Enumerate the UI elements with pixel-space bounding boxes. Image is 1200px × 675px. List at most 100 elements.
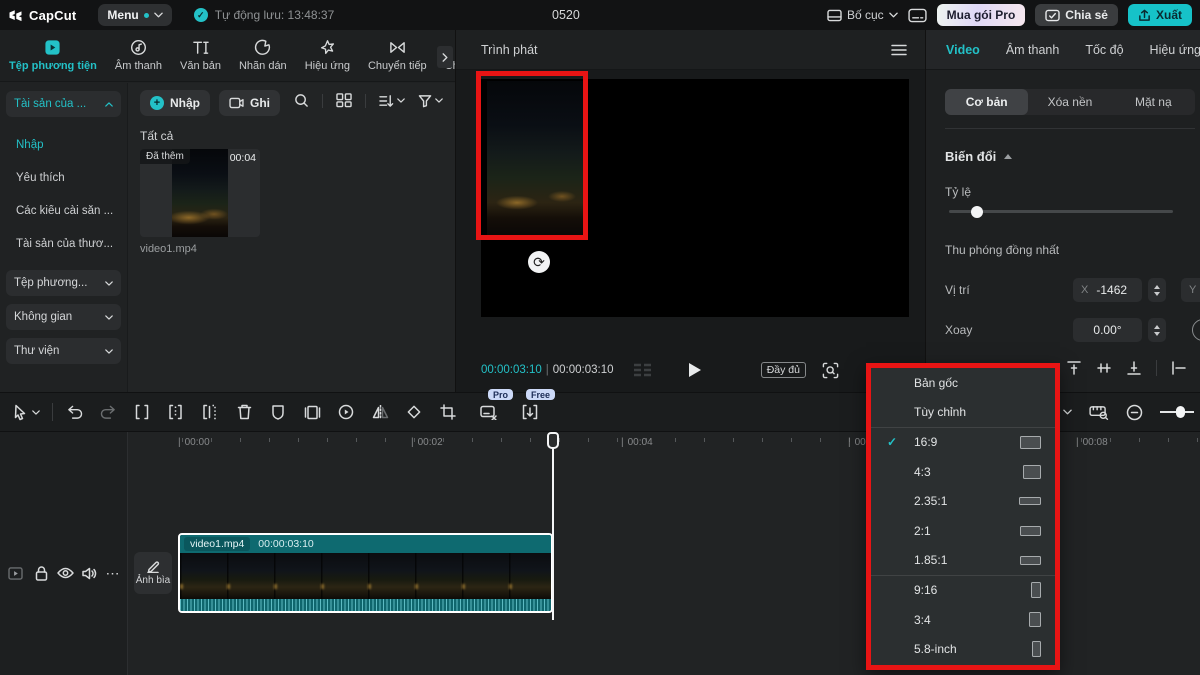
media-thumbnail-video1[interactable]: Đã thêm 00:04 [140, 149, 260, 237]
menu-item-1-85-1[interactable]: 1.85:1 [871, 545, 1055, 574]
tab-transitions[interactable]: Chuyển tiếp [359, 39, 436, 72]
menu-item-4-3[interactable]: 4:3 [871, 457, 1055, 486]
timeline-view-icon[interactable] [1089, 405, 1109, 420]
subtab-basic[interactable]: Cơ bản [945, 89, 1028, 115]
split-keep-left-button[interactable] [159, 397, 193, 427]
import-button[interactable]: + Nhập [140, 90, 210, 116]
auto-cut-button[interactable]: Free [513, 397, 547, 427]
bracket-download-icon [522, 404, 538, 420]
crop-button[interactable] [431, 397, 465, 427]
grid-view-icon[interactable] [336, 93, 352, 108]
rotate-handle-icon[interactable]: ⟳ [528, 251, 550, 273]
sidebar-item-media-files[interactable]: Tệp phương... [6, 270, 121, 296]
tab-audio[interactable]: Âm thanh [106, 39, 171, 72]
sidebar-item-presets[interactable]: Các kiểu cài sẵn ... [0, 199, 127, 223]
media-filename: video1.mp4 [140, 243, 197, 255]
filter-all-label[interactable]: Tất cả [140, 129, 173, 143]
menu-button[interactable]: Menu [98, 4, 171, 26]
select-tool-button[interactable] [4, 397, 48, 427]
scale-slider[interactable] [949, 210, 1173, 213]
menu-item-9-16[interactable]: 9:16 [871, 576, 1055, 605]
rotate-field[interactable]: 0.00° [1073, 318, 1142, 342]
delete-button[interactable] [227, 397, 261, 427]
buy-pro-button[interactable]: Mua gói Pro [937, 4, 1026, 26]
subtab-remove-background[interactable]: Xóa nền [1028, 89, 1111, 115]
align-center-horizontal-icon[interactable] [1096, 360, 1112, 376]
captions-panel-button[interactable] [908, 8, 927, 23]
menu-item-3-4[interactable]: 3:4 [871, 605, 1055, 634]
tab-text[interactable]: Văn bản [171, 39, 230, 72]
split-keep-right-button[interactable] [193, 397, 227, 427]
position-x-stepper[interactable] [1148, 278, 1166, 302]
tab-video[interactable]: Video [946, 43, 980, 57]
tab-overflow-button[interactable] [437, 46, 453, 68]
stepper-up-icon[interactable] [1154, 285, 1160, 289]
playhead[interactable] [552, 432, 554, 620]
tab-media-files[interactable]: Tệp phương tiện [0, 39, 106, 72]
share-button[interactable]: Chia sẻ [1035, 4, 1118, 26]
position-x-field[interactable]: X -1462 [1073, 278, 1142, 302]
track-more-icon[interactable]: ⋯ [102, 562, 124, 584]
export-button[interactable]: Xuất [1128, 4, 1192, 26]
timeline-zoom-slider-thumb[interactable] [1176, 406, 1185, 418]
tab-stickers[interactable]: Nhãn dán [230, 39, 296, 72]
preview-zoom-icon[interactable] [822, 362, 839, 379]
menu-item-2-35-1[interactable]: 2.35:1 [871, 487, 1055, 516]
player-menu-icon[interactable] [891, 44, 907, 56]
align-left-icon[interactable] [1171, 360, 1187, 376]
sidebar-item-label: Tệp phương... [14, 277, 87, 289]
menu-item-2-1[interactable]: 2:1 [871, 516, 1055, 545]
transform-section-header[interactable]: Biến đổi [945, 149, 1012, 164]
tab-speed[interactable]: Tốc độ [1085, 43, 1123, 57]
sidebar-item-library[interactable]: Thư viện [6, 338, 121, 364]
align-bottom-icon[interactable] [1126, 360, 1142, 376]
scale-slider-thumb[interactable] [971, 206, 983, 218]
mirror-button[interactable] [363, 397, 397, 427]
track-mute-icon[interactable] [78, 562, 100, 584]
search-icon[interactable] [294, 93, 309, 108]
sidebar-item-brand-assets[interactable]: Tài sản của thươ... [0, 232, 127, 256]
sidebar-item-favorites[interactable]: Yêu thích [0, 166, 127, 190]
tab-audio-settings[interactable]: Âm thanh [1006, 43, 1060, 57]
sidebar-item-import[interactable]: Nhập [0, 133, 127, 157]
redo-button[interactable] [91, 397, 125, 427]
tab-effects[interactable]: Hiệu ứng [296, 39, 359, 72]
timeline-zoom-slider[interactable] [1160, 405, 1194, 419]
track-visibility-icon[interactable] [54, 562, 76, 584]
align-top-icon[interactable] [1066, 360, 1082, 376]
sidebar-item-my-assets[interactable]: Tài sản của ... [6, 91, 121, 117]
menu-item-5-8-inch[interactable]: 5.8-inch [871, 635, 1055, 664]
mask-button[interactable] [261, 397, 295, 427]
record-button[interactable]: Ghi [219, 90, 280, 116]
rotate-stepper[interactable] [1148, 318, 1166, 342]
filter-button[interactable] [418, 94, 443, 108]
timeline-clip-video1[interactable]: video1.mp4 00:00:03:10 [178, 533, 553, 613]
ratio-chevron-down-icon[interactable] [1063, 409, 1072, 415]
split-button[interactable] [125, 397, 159, 427]
zoom-out-icon[interactable] [1126, 404, 1143, 421]
stepper-down-icon[interactable] [1154, 332, 1160, 336]
sidebar-item-spaces[interactable]: Không gian [6, 304, 121, 330]
playhead-handle[interactable] [547, 432, 559, 449]
tab-effects-settings[interactable]: Hiệu ứng [1150, 43, 1200, 57]
position-y-field[interactable]: Y [1181, 278, 1200, 302]
rotate-button[interactable] [397, 397, 431, 427]
menu-item-16-9[interactable]: ✓ 16:9 [871, 428, 1055, 457]
menu-item-custom[interactable]: Tùy chỉnh [871, 397, 1055, 426]
fit-full-button[interactable]: Đầy đủ [761, 362, 806, 378]
rotate-dial[interactable] [1192, 319, 1200, 341]
track-lock-icon[interactable] [30, 562, 52, 584]
menu-item-original[interactable]: Bản gốc [871, 368, 1055, 397]
speed-button[interactable] [329, 397, 363, 427]
stepper-up-icon[interactable] [1154, 325, 1160, 329]
undo-button[interactable] [57, 397, 91, 427]
layout-button[interactable]: Bố cục [827, 8, 898, 22]
overlay-button[interactable] [295, 397, 329, 427]
ratio-5-8-inch-icon [1032, 641, 1041, 657]
extract-captions-button[interactable]: Pro [471, 397, 505, 427]
cover-button[interactable]: Ảnh bìa [134, 552, 172, 594]
subtab-mask[interactable]: Mặt nạ [1112, 89, 1195, 115]
sort-button[interactable] [379, 94, 405, 108]
play-button[interactable] [689, 363, 701, 377]
stepper-down-icon[interactable] [1154, 292, 1160, 296]
